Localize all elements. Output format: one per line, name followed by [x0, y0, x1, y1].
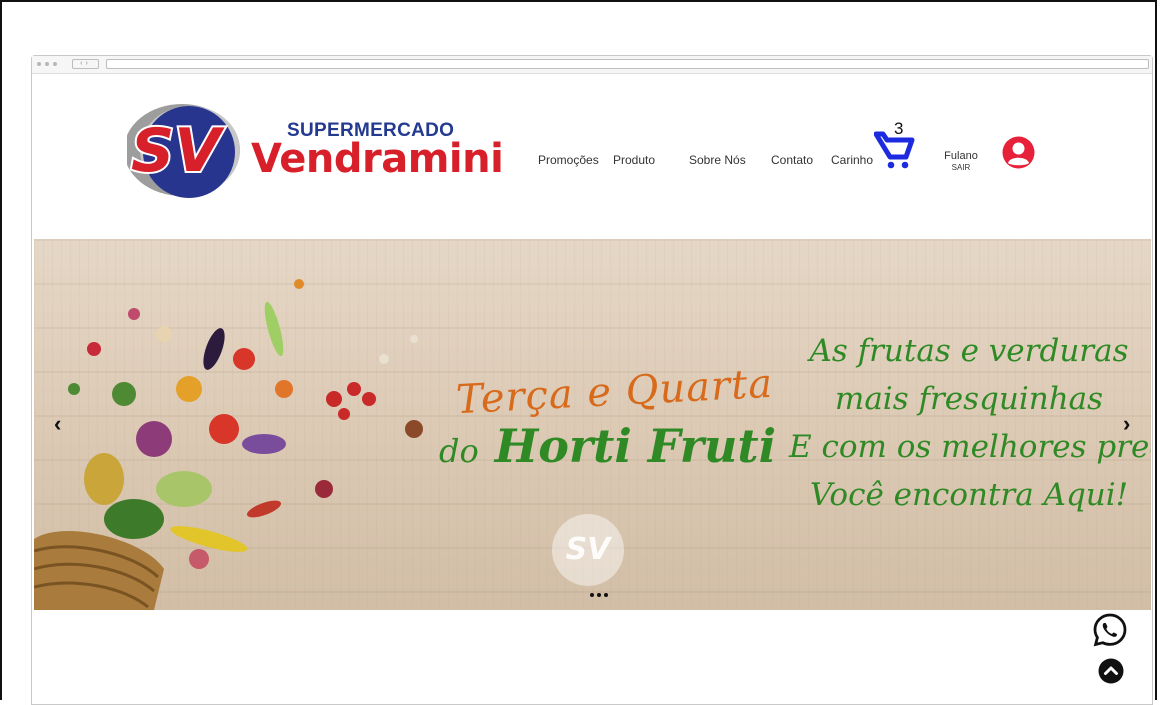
banner-right-copy: As frutas e verduras mais fresquinhas E …	[789, 327, 1151, 519]
chevron-up-icon[interactable]	[1098, 658, 1124, 684]
user-name: Fulano	[944, 150, 978, 162]
vegetables-basket-image	[34, 279, 423, 610]
banner-horti-fruti: do Horti Fruti	[439, 419, 776, 473]
cart-icon[interactable]	[874, 130, 916, 170]
address-bar[interactable]	[106, 59, 1149, 69]
nav-produto[interactable]: Produto	[613, 153, 655, 167]
nav-contato[interactable]: Contato	[771, 153, 813, 167]
hero-carousel[interactable]: Terça e Quarta do Horti Fruti As frutas …	[34, 239, 1151, 610]
banner-line-1: As frutas e verduras	[809, 333, 1129, 369]
page-frame: ‹› SV SUPERMERCADO Vendramini Promoções …	[0, 0, 1157, 705]
banner-line-2: mais fresquinhas	[834, 381, 1104, 417]
nav-carinho[interactable]: Carinho	[831, 153, 873, 167]
banner-terca-quarta: Terça e Quarta	[455, 360, 775, 424]
banner-do: do	[439, 432, 479, 470]
nav-sobre-nos[interactable]: Sobre Nós	[689, 153, 746, 167]
logo-mark-text: SV	[131, 116, 225, 186]
banner-line-4: Você encontra Aqui!	[809, 477, 1129, 513]
banner-line-3: E com os melhores preços	[789, 429, 1151, 465]
browser-toolbar: ‹›	[32, 56, 1152, 74]
banner-horti-fruti-text: Horti Fruti	[494, 419, 777, 473]
site-logo[interactable]: SV SUPERMERCADO Vendramini	[124, 98, 507, 204]
carousel-indicators[interactable]	[590, 593, 608, 597]
carousel-prev-arrow[interactable]: ‹	[54, 411, 61, 437]
back-forward-buttons[interactable]: ‹›	[72, 59, 99, 69]
user-avatar-icon[interactable]	[1002, 136, 1035, 169]
carousel-next-arrow[interactable]: ›	[1123, 411, 1130, 437]
logout-link[interactable]: SAIR	[942, 163, 980, 172]
window-controls[interactable]	[37, 62, 57, 66]
nav-promocoes[interactable]: Promoções	[538, 153, 599, 167]
sv-watermark-logo: SV	[552, 514, 624, 586]
whatsapp-icon[interactable]	[1092, 612, 1128, 648]
logo-vendramini: Vendramini	[251, 136, 504, 182]
browser-window: ‹› SV SUPERMERCADO Vendramini Promoções …	[31, 55, 1153, 705]
